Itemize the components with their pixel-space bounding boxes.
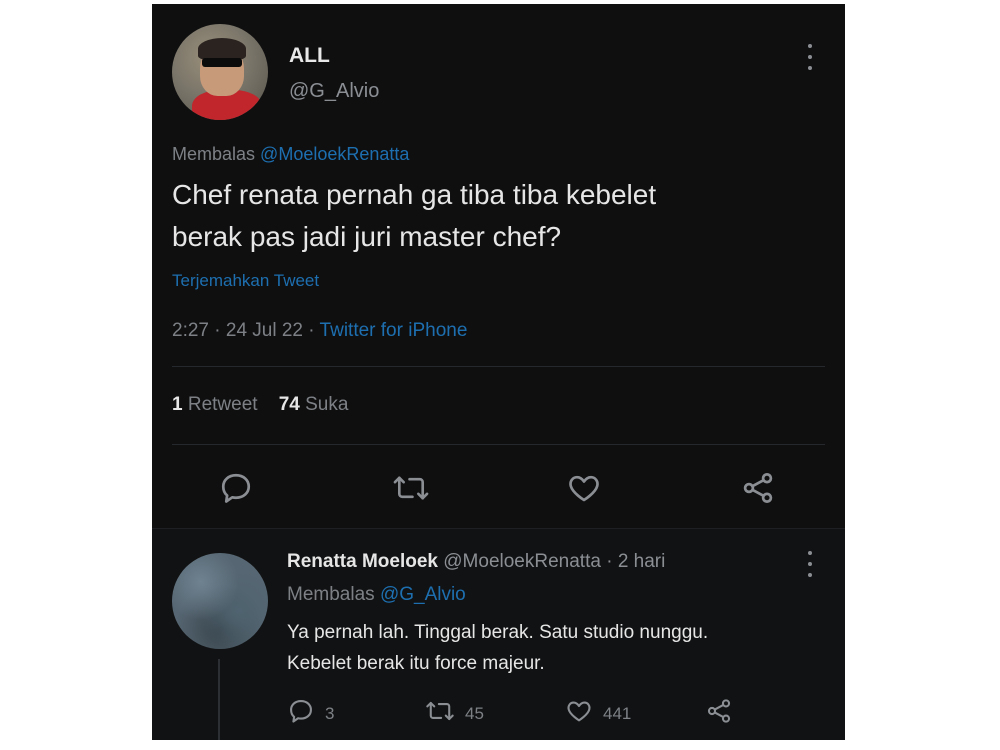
reply-header: Renatta Moeloek @MoeloekRenatta · 2 hari: [287, 551, 666, 572]
retweet-button[interactable]: 45: [425, 697, 484, 730]
like-button[interactable]: 441: [565, 697, 631, 730]
display-name[interactable]: Renatta Moeloek: [287, 551, 438, 572]
tweet-source[interactable]: Twitter for iPhone: [320, 320, 468, 341]
divider: [172, 366, 825, 367]
like-icon[interactable]: [566, 470, 602, 506]
display-name[interactable]: ALL: [289, 44, 330, 68]
like-stat[interactable]: 74 Suka: [279, 394, 349, 415]
tweet-age[interactable]: 2 hari: [618, 551, 666, 572]
more-options-icon[interactable]: [800, 551, 820, 577]
like-count: 441: [603, 703, 632, 723]
retweet-stat[interactable]: 1 Retweet: [172, 394, 258, 415]
more-options-icon[interactable]: [800, 44, 820, 70]
share-icon[interactable]: [740, 470, 776, 506]
mention-link[interactable]: @MoeloekRenatta: [260, 144, 409, 164]
tweet-stats: 1 Retweet 74 Suka: [172, 394, 348, 416]
reply-icon: [287, 697, 315, 730]
avatar[interactable]: [172, 553, 268, 649]
retweet-icon: [425, 697, 455, 730]
reply-icon[interactable]: [218, 470, 254, 506]
tweet-text: Ya pernah lah. Tinggal berak. Satu studi…: [287, 622, 709, 674]
tweet-text: Chef renata pernah ga tiba tiba kebelet …: [172, 179, 657, 252]
twitter-screen: ALL @G_Alvio Membalas @MoeloekRenatta Ch…: [152, 4, 845, 740]
mention-link[interactable]: @G_Alvio: [380, 584, 466, 605]
main-tweet: ALL @G_Alvio Membalas @MoeloekRenatta Ch…: [152, 4, 845, 528]
reply-count: 3: [325, 703, 335, 723]
reply-button[interactable]: 3: [287, 697, 334, 730]
retweet-count: 45: [465, 703, 484, 723]
replying-to: Membalas @MoeloekRenatta: [172, 144, 410, 164]
translate-tweet-link[interactable]: Terjemahkan Tweet: [172, 271, 319, 291]
retweet-icon[interactable]: [392, 470, 430, 506]
avatar[interactable]: [172, 24, 268, 120]
tweet-timestamp: 2:27 · 24 Jul 22 · Twitter for iPhone: [172, 320, 468, 341]
like-icon: [565, 697, 593, 730]
divider: [172, 444, 825, 445]
reply-tweet[interactable]: Renatta Moeloek @MoeloekRenatta · 2 hari…: [152, 528, 845, 740]
thread-line: [218, 659, 220, 740]
replying-to: Membalas @G_Alvio: [287, 584, 466, 605]
share-icon: [705, 697, 733, 730]
share-button[interactable]: [705, 697, 733, 730]
user-handle[interactable]: @MoeloekRenatta: [443, 551, 601, 572]
user-handle[interactable]: @G_Alvio: [289, 80, 379, 103]
reply-actions: 3 45 441: [287, 697, 807, 727]
